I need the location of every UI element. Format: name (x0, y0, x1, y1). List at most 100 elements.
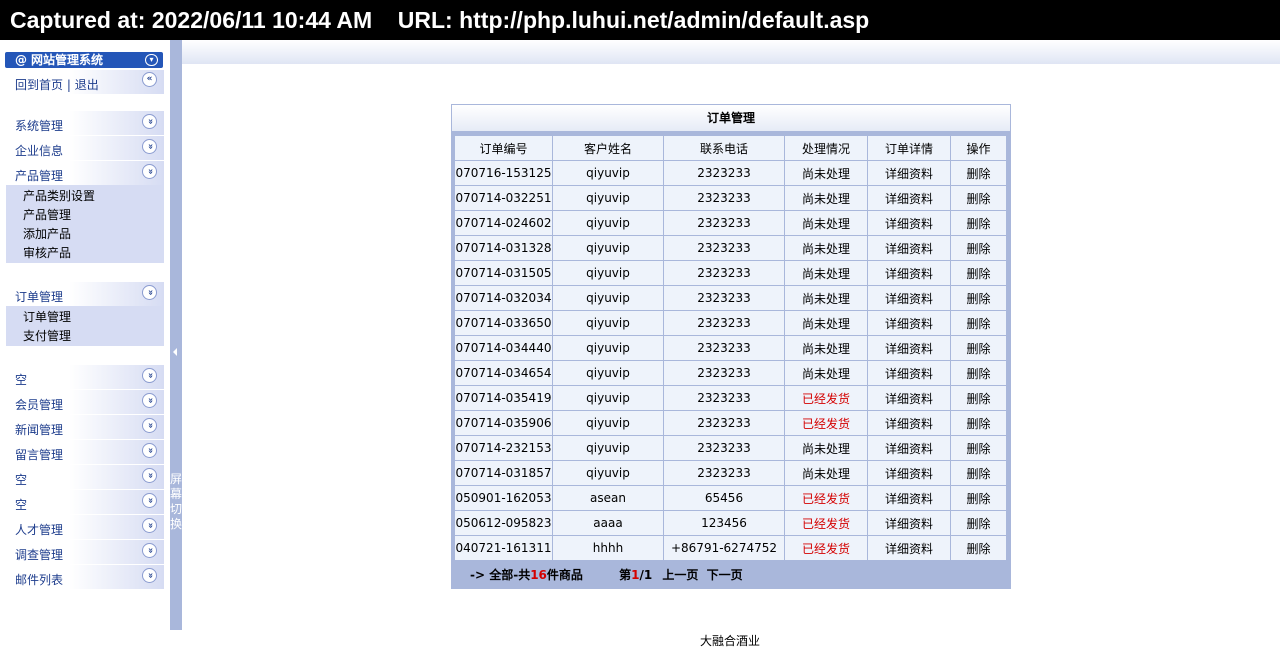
menu-section-label[interactable]: 会员管理 (15, 398, 63, 412)
delete-link[interactable]: 删除 (951, 186, 1006, 210)
delete-link[interactable]: 删除 (951, 236, 1006, 260)
menu-section-label[interactable]: 人才管理 (15, 523, 63, 537)
detail-link[interactable]: 详细资料 (868, 261, 950, 285)
menu-section-label[interactable]: 邮件列表 (15, 573, 63, 587)
detail-link[interactable]: 详细资料 (868, 211, 950, 235)
collapse-all-icon[interactable]: ▾ (145, 54, 158, 66)
submenu-item[interactable]: 产品管理 (6, 206, 164, 225)
chevron-down-icon[interactable]: » (142, 468, 157, 483)
status: 尚未处理 (785, 236, 867, 260)
delete-link[interactable]: 删除 (951, 336, 1006, 360)
detail-link[interactable]: 详细资料 (868, 186, 950, 210)
delete-link[interactable]: 删除 (951, 411, 1006, 435)
chevron-down-icon[interactable]: » (142, 285, 157, 300)
customer-name: qiyuvip (553, 411, 663, 435)
delete-link[interactable]: 删除 (951, 511, 1006, 535)
chevron-left-icon[interactable]: « (142, 72, 157, 87)
menu-section[interactable]: 邮件列表 » (6, 565, 164, 589)
menu-section-label[interactable]: 空 (15, 373, 27, 387)
menu-section-label[interactable]: 调查管理 (15, 548, 63, 562)
menu-section[interactable]: 空» (6, 490, 164, 514)
detail-link[interactable]: 详细资料 (868, 536, 950, 560)
menu-section[interactable]: 订单管理 » (6, 282, 164, 306)
menu-section-label[interactable]: 空 (15, 498, 27, 512)
delete-link[interactable]: 删除 (951, 536, 1006, 560)
detail-link[interactable]: 详细资料 (868, 236, 950, 260)
chevron-down-icon[interactable]: » (142, 368, 157, 383)
menu-section[interactable]: 产品管理 » (6, 161, 164, 185)
menu-title: 网站管理系统 (31, 53, 104, 67)
chevron-down-icon[interactable]: » (142, 114, 157, 129)
table-row: 070714-034654 qiyuvip 2323233 尚未处理 详细资料 删除 (455, 361, 1006, 385)
arrow-left-icon[interactable] (173, 348, 177, 356)
detail-link[interactable]: 详细资料 (868, 436, 950, 460)
menu-section[interactable]: 留言管理 » (6, 440, 164, 464)
chevron-down-icon[interactable]: » (142, 393, 157, 408)
delete-link[interactable]: 删除 (951, 461, 1006, 485)
menu-section-label[interactable]: 空 (15, 473, 27, 487)
detail-link[interactable]: 详细资料 (868, 386, 950, 410)
delete-link[interactable]: 删除 (951, 311, 1006, 335)
logout-link[interactable]: 退出 (75, 78, 99, 92)
top-band (182, 40, 1280, 64)
frame-splitter[interactable]: 屏幕切换 (170, 40, 182, 630)
submenu-item[interactable]: 添加产品 (6, 225, 164, 244)
menu-section[interactable]: 空» (6, 365, 164, 389)
menu-section-label[interactable]: 新闻管理 (15, 423, 63, 437)
customer-name: qiyuvip (553, 336, 663, 360)
menu-section-label[interactable]: 产品管理 (15, 169, 63, 183)
chevron-down-icon[interactable]: » (142, 518, 157, 533)
detail-link[interactable]: 详细资料 (868, 311, 950, 335)
order-id: 050901-162053 (455, 486, 552, 510)
menu-section-label[interactable]: 留言管理 (15, 448, 63, 462)
menu-section-label[interactable]: 系统管理 (15, 119, 63, 133)
phone: 2323233 (664, 311, 784, 335)
chevron-down-icon[interactable]: » (142, 418, 157, 433)
delete-link[interactable]: 删除 (951, 386, 1006, 410)
chevron-down-icon[interactable]: » (142, 543, 157, 558)
submenu-item[interactable]: 支付管理 (6, 327, 164, 346)
menu-section[interactable]: 新闻管理 » (6, 415, 164, 439)
chevron-down-icon[interactable]: » (142, 443, 157, 458)
status: 尚未处理 (785, 461, 867, 485)
detail-link[interactable]: 详细资料 (868, 361, 950, 385)
detail-link[interactable]: 详细资料 (868, 486, 950, 510)
detail-link[interactable]: 详细资料 (868, 511, 950, 535)
customer-name: qiyuvip (553, 361, 663, 385)
delete-link[interactable]: 删除 (951, 261, 1006, 285)
chevron-down-icon[interactable]: » (142, 164, 157, 179)
detail-link[interactable]: 详细资料 (868, 161, 950, 185)
menu-section[interactable]: 企业信息 » (6, 136, 164, 160)
detail-link[interactable]: 详细资料 (868, 336, 950, 360)
delete-link[interactable]: 删除 (951, 436, 1006, 460)
detail-link[interactable]: 详细资料 (868, 286, 950, 310)
detail-link[interactable]: 详细资料 (868, 461, 950, 485)
chevron-down-icon[interactable]: » (142, 568, 157, 583)
delete-link[interactable]: 删除 (951, 486, 1006, 510)
next-page-link[interactable]: 下一页 (707, 568, 743, 582)
delete-link[interactable]: 删除 (951, 211, 1006, 235)
home-link[interactable]: 回到首页 (15, 78, 63, 92)
menu-section[interactable]: 会员管理 » (6, 390, 164, 414)
chevron-down-icon[interactable]: » (142, 493, 157, 508)
screen-switch-label[interactable]: 屏幕切换 (170, 472, 182, 532)
menu-section[interactable]: 人才管理 » (6, 515, 164, 539)
delete-link[interactable]: 删除 (951, 286, 1006, 310)
menu-section[interactable]: 空» (6, 465, 164, 489)
status: 已经发货 (785, 386, 867, 410)
phone: 2323233 (664, 261, 784, 285)
prev-page-link[interactable]: 上一页 (662, 568, 698, 582)
status: 尚未处理 (785, 436, 867, 460)
chevron-down-icon[interactable]: » (142, 139, 157, 154)
delete-link[interactable]: 删除 (951, 361, 1006, 385)
menu-section-label[interactable]: 订单管理 (15, 290, 63, 304)
delete-link[interactable]: 删除 (951, 161, 1006, 185)
submenu-item[interactable]: 审核产品 (6, 244, 164, 263)
menu-section-label[interactable]: 企业信息 (15, 144, 63, 158)
menu-section[interactable]: 调查管理 » (6, 540, 164, 564)
detail-link[interactable]: 详细资料 (868, 411, 950, 435)
submenu-item[interactable]: 订单管理 (6, 308, 164, 327)
menu-section[interactable]: 系统管理 » (6, 111, 164, 135)
phone: 65456 (664, 486, 784, 510)
submenu-item[interactable]: 产品类别设置 (6, 187, 164, 206)
